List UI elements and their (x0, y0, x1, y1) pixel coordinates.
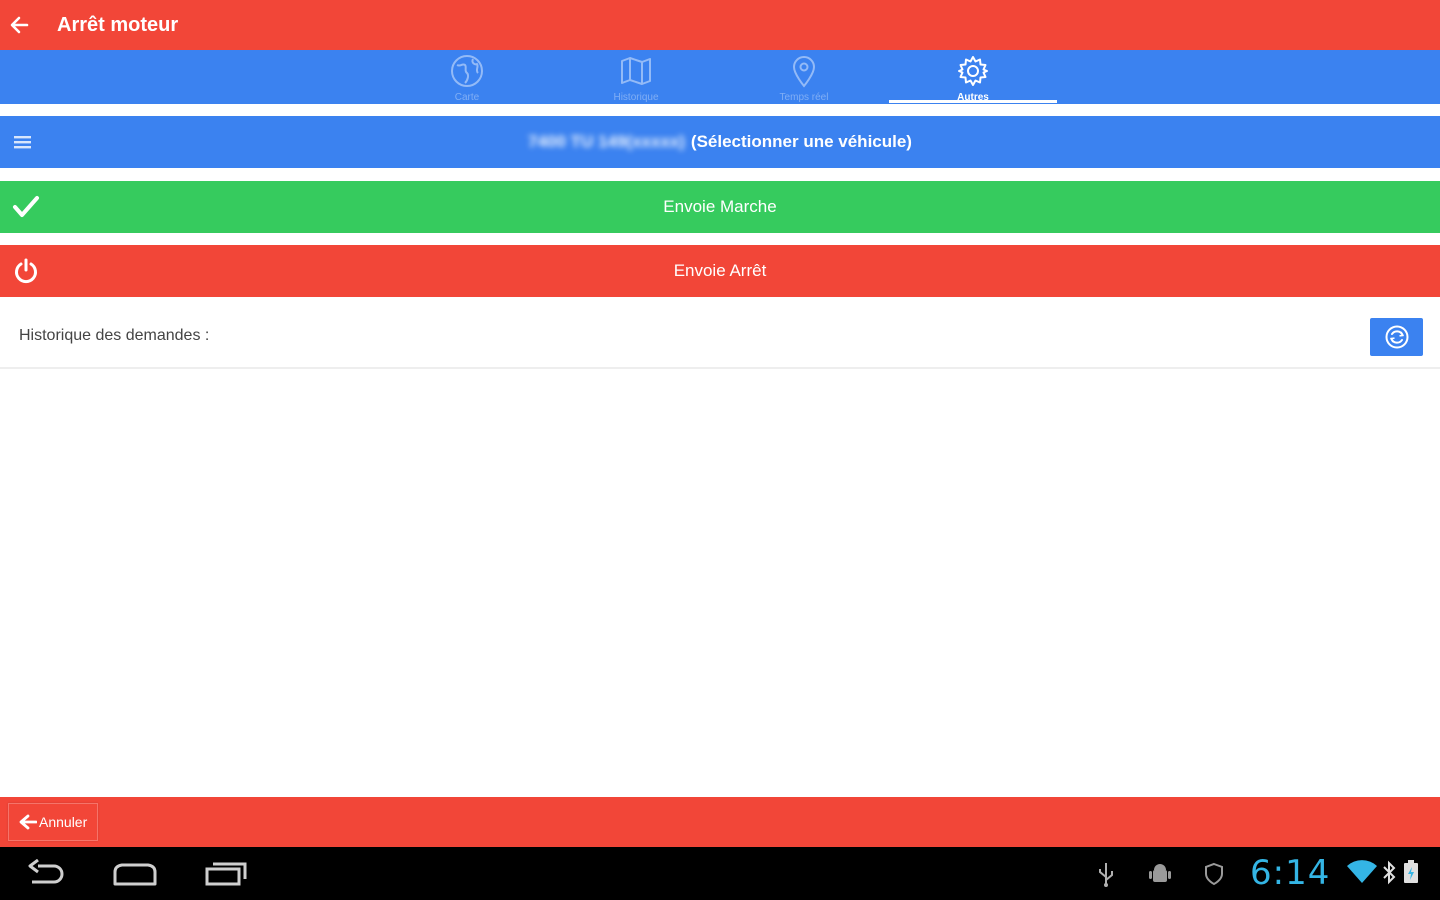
page-title: Arrêt moteur (57, 13, 179, 36)
back-nav-icon (28, 859, 64, 884)
tab-bar: Carte Historique Temps réel Autres (0, 50, 1440, 104)
system-navigation-bar: 6:14 (0, 847, 1440, 900)
bottom-action-bar: Annuler (0, 797, 1440, 847)
gear-icon (958, 56, 988, 86)
android-debug-icon (1146, 861, 1174, 887)
system-clock: 6:14 (1250, 853, 1331, 893)
tab-temps-reel[interactable]: Temps réel (720, 50, 888, 104)
history-row: Historique des demandes : (0, 309, 1440, 369)
tab-label: Temps réel (779, 92, 829, 103)
menu-icon (13, 133, 33, 151)
vehicle-name: 7400 TU 149(xxxxx) (528, 132, 685, 151)
tab-carte[interactable]: Carte (383, 50, 551, 104)
vehicle-select-label: (Sélectionner une véhicule) (690, 132, 912, 151)
checkmark-icon (12, 194, 40, 220)
home-nav-icon (113, 863, 157, 886)
send-stop-label: Envoie Arrêt (673, 261, 767, 280)
bluetooth-icon (1381, 860, 1397, 886)
battery-icon (1401, 859, 1421, 885)
arrow-left-icon (10, 16, 29, 34)
globe-icon (451, 55, 483, 87)
shield-icon (1202, 861, 1226, 887)
tab-label: Autres (957, 92, 989, 103)
location-pin-icon (792, 56, 816, 88)
send-start-label: Envoie Marche (663, 197, 777, 216)
cancel-label: Annuler (39, 814, 88, 830)
map-icon (621, 57, 651, 85)
app-screen: Arrêt moteur Carte Historique Temps réel (0, 0, 1440, 900)
tab-historique[interactable]: Historique (552, 50, 720, 104)
power-icon (12, 257, 40, 285)
cancel-button[interactable]: Annuler (8, 803, 99, 841)
usb-icon (1094, 861, 1118, 887)
arrow-left-icon (19, 814, 37, 830)
system-back-button[interactable] (14, 855, 78, 893)
recents-nav-icon (205, 862, 247, 886)
vehicle-select-button[interactable]: 7400 TU 149(xxxxx) (Sélectionner une véhi… (0, 116, 1440, 168)
system-recents-button[interactable] (194, 855, 258, 893)
app-bar: Arrêt moteur (0, 0, 1440, 50)
tab-autres[interactable]: Autres (889, 50, 1057, 104)
send-stop-button[interactable]: Envoie Arrêt (0, 245, 1440, 297)
back-button[interactable] (0, 0, 38, 50)
send-start-button[interactable]: Envoie Marche (0, 181, 1440, 233)
tab-label: Historique (613, 92, 659, 103)
wifi-icon (1346, 859, 1378, 885)
history-label: Historique des demandes : (19, 327, 210, 344)
tab-label: Carte (454, 92, 480, 103)
refresh-icon (1385, 325, 1408, 349)
system-home-button[interactable] (103, 855, 167, 893)
refresh-history-button[interactable] (1370, 318, 1423, 356)
